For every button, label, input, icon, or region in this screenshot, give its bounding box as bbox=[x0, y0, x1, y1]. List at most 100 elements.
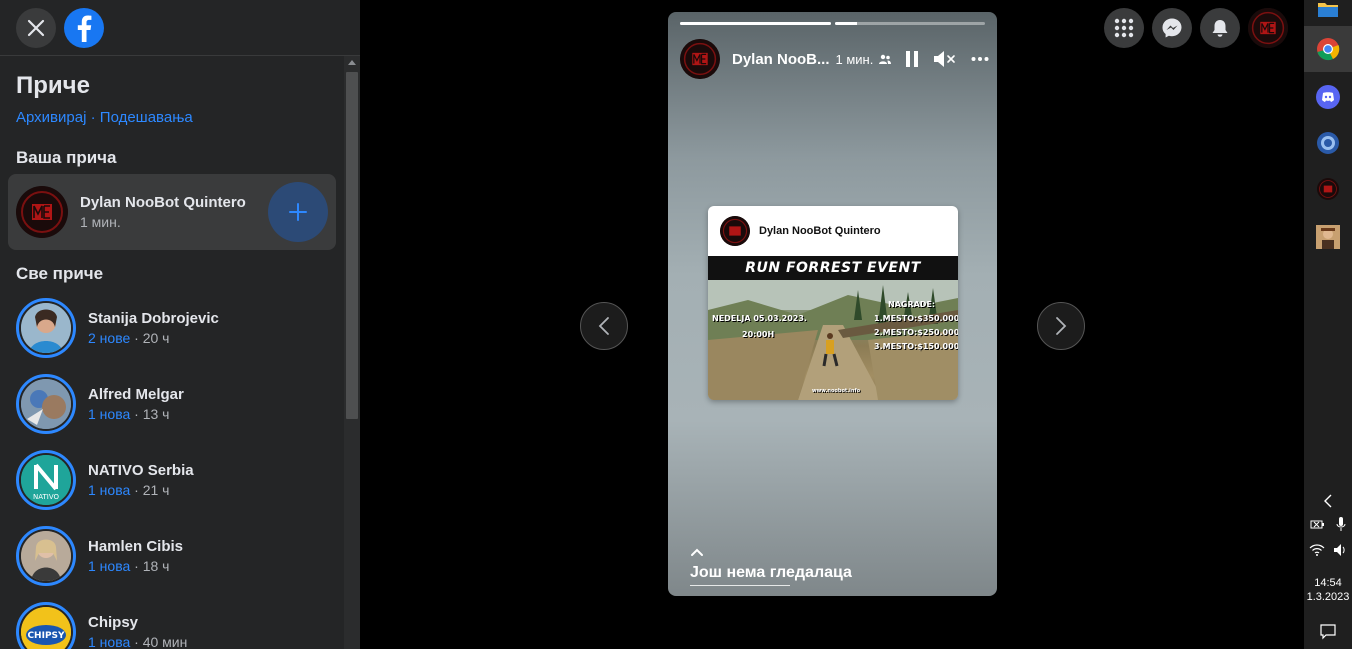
pause-icon[interactable] bbox=[905, 50, 919, 68]
messenger-button[interactable] bbox=[1152, 8, 1192, 48]
story-author-avatar[interactable] bbox=[680, 39, 720, 79]
unseen-ring bbox=[16, 374, 76, 434]
your-story-name: Dylan NooBot Quintero bbox=[80, 194, 246, 211]
story-new-count: 1 нова bbox=[88, 482, 131, 498]
unseen-ring bbox=[16, 298, 76, 358]
story-item-alfred[interactable]: Alfred Melgar 1 нова · 13 ч bbox=[0, 366, 344, 442]
chevron-up-icon bbox=[691, 548, 703, 556]
story-item-chipsy[interactable]: CHIPSY Chipsy 1 нова · 40 мин bbox=[0, 594, 344, 649]
page-title: Приче bbox=[16, 72, 90, 99]
all-stories-heading: Све приче bbox=[16, 264, 104, 283]
mute-icon[interactable] bbox=[933, 49, 957, 69]
scroll-up-arrow[interactable] bbox=[348, 60, 356, 65]
no-viewers-text: Још нема гледалаца bbox=[690, 564, 852, 581]
menu-button[interactable] bbox=[1104, 8, 1144, 48]
taskbar-notifications[interactable] bbox=[1304, 612, 1352, 649]
os-taskbar: 14:54 1.3.2023 bbox=[1304, 0, 1352, 649]
prize-first: 1.MESTO:$350.000 bbox=[874, 314, 958, 323]
noobot-logo-icon bbox=[1317, 178, 1339, 200]
person-photo-icon bbox=[21, 531, 71, 581]
settings-link[interactable]: Подешавања bbox=[100, 109, 193, 126]
folder-icon bbox=[1318, 3, 1338, 17]
taskbar-discord[interactable] bbox=[1304, 74, 1352, 120]
avatar bbox=[21, 379, 71, 429]
avatar: NATIVO bbox=[21, 455, 71, 505]
story-new-count: 1 нова bbox=[88, 406, 131, 422]
taskbar-clock[interactable]: 14:54 1.3.2023 bbox=[1304, 576, 1352, 604]
unseen-ring: CHIPSY bbox=[16, 602, 76, 649]
story-author-name[interactable]: Dylan NooB... bbox=[732, 51, 830, 68]
taskbar-app-circle[interactable] bbox=[1304, 120, 1352, 166]
progress-fill bbox=[834, 22, 858, 25]
bell-icon bbox=[1212, 20, 1228, 37]
story-item-hamlen[interactable]: Hamlen Cibis 1 нова · 18 ч bbox=[0, 518, 344, 594]
wifi-icon[interactable] bbox=[1309, 544, 1325, 556]
add-story-button[interactable] bbox=[268, 182, 328, 242]
post-author-name: Dylan NooBot Quintero bbox=[759, 225, 881, 237]
event-hour: 20:00H bbox=[742, 330, 775, 339]
shared-post[interactable]: Dylan NooBot Quintero RUN FORREST EVENT bbox=[708, 206, 958, 400]
facebook-icon bbox=[77, 15, 92, 42]
story-viewers[interactable]: Још нема гледалаца bbox=[690, 544, 852, 586]
your-story-heading: Ваша прича bbox=[16, 148, 117, 167]
clock-date: 1.3.2023 bbox=[1306, 591, 1350, 603]
event-website: www.noobot.info bbox=[812, 388, 861, 394]
footer-underline bbox=[690, 585, 790, 586]
notification-center-icon bbox=[1320, 624, 1336, 640]
nativo-logo-text: NATIVO bbox=[33, 493, 59, 501]
sidebar-links: Архивирај · Подешавања bbox=[0, 106, 344, 138]
story-controls bbox=[905, 49, 989, 69]
chevron-left-icon bbox=[598, 317, 609, 335]
taskbar-noobot[interactable] bbox=[1304, 166, 1352, 212]
story-time: · 18 ч bbox=[134, 558, 170, 574]
story-progress bbox=[680, 22, 985, 25]
story-item-nativo[interactable]: NATIVO NATIVO Serbia 1 нова · 21 ч bbox=[0, 442, 344, 518]
facebook-logo[interactable] bbox=[64, 7, 104, 48]
event-date: NEDELJA 05.03.2023. bbox=[712, 314, 807, 323]
scroll-thumb[interactable] bbox=[346, 72, 358, 419]
taskbar-chrome[interactable] bbox=[1304, 26, 1352, 72]
event-image: NEDELJA 05.03.2023. 20:00H NAGRADE: 1.ME… bbox=[708, 280, 958, 400]
close-button[interactable] bbox=[16, 7, 56, 48]
chevron-right-icon bbox=[1056, 317, 1067, 335]
stories-sidebar: Приче Архивирај · Подешавања Ваша прича … bbox=[0, 0, 360, 649]
story-name: NATIVO Serbia bbox=[88, 462, 194, 479]
game-character-icon bbox=[1316, 225, 1340, 249]
avatar bbox=[16, 186, 68, 238]
your-story-item[interactable]: Dylan NooBot Quintero 1 мин. bbox=[8, 174, 336, 250]
previous-story-button[interactable] bbox=[580, 302, 628, 350]
story-name: Stanija Dobrojevic bbox=[88, 310, 219, 327]
story-name: Chipsy bbox=[88, 614, 139, 631]
volume-icon[interactable] bbox=[1333, 543, 1347, 557]
prizes-title: NAGRADE: bbox=[888, 300, 936, 309]
more-options-icon[interactable] bbox=[971, 56, 989, 62]
progress-segment bbox=[680, 22, 831, 25]
noobot-logo-icon bbox=[1248, 8, 1288, 48]
chrome-icon bbox=[1317, 38, 1340, 61]
game-scene-image bbox=[708, 280, 958, 400]
story-item-stanija[interactable]: Stanija Dobrojevic 2 нове · 20 ч bbox=[0, 290, 344, 366]
prize-second: 2.MESTO:$250.000 bbox=[874, 328, 958, 337]
person-photo-icon bbox=[21, 379, 71, 429]
post-author-avatar bbox=[720, 216, 750, 246]
story-time: 1 мин. bbox=[835, 51, 874, 67]
story-viewer: Dylan NooB... 1 мин. Dylan NooBot Quinte… bbox=[360, 0, 1304, 649]
archive-link[interactable]: Архивирај bbox=[16, 109, 86, 126]
messenger-icon bbox=[1162, 18, 1182, 38]
avatar: CHIPSY bbox=[21, 607, 71, 649]
sidebar-scrollbar[interactable] bbox=[344, 56, 360, 649]
next-story-button[interactable] bbox=[1037, 302, 1085, 350]
noobot-logo-icon bbox=[720, 216, 750, 246]
clock-time: 14:54 bbox=[1314, 577, 1342, 589]
discord-icon bbox=[1316, 85, 1340, 109]
story-card[interactable]: Dylan NooB... 1 мин. Dylan NooBot Quinte… bbox=[668, 12, 997, 596]
taskbar-game[interactable] bbox=[1304, 214, 1352, 260]
battery-icon[interactable] bbox=[1310, 518, 1326, 530]
avatar bbox=[21, 531, 71, 581]
event-banner: RUN FORREST EVENT bbox=[708, 256, 958, 280]
notifications-button[interactable] bbox=[1200, 8, 1240, 48]
profile-button[interactable] bbox=[1248, 8, 1288, 48]
story-time: · 13 ч bbox=[134, 406, 170, 422]
story-time: · 21 ч bbox=[134, 482, 170, 498]
progress-segment bbox=[834, 22, 985, 25]
